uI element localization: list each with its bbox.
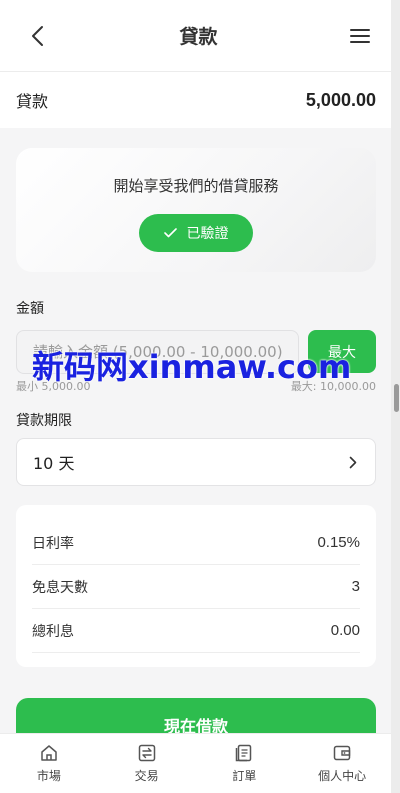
term-select[interactable]: 10 天 — [16, 438, 376, 486]
tab-label: 訂單 — [232, 769, 257, 783]
interest-info-card: 日利率 0.15% 免息天數 3 總利息 0.00 — [16, 505, 376, 667]
check-icon — [163, 228, 177, 238]
info-label: 日利率 — [32, 535, 74, 552]
loan-summary-value: 5,000.00 — [305, 89, 376, 110]
tab-profile[interactable]: 個人中心 — [302, 743, 382, 784]
amount-label: 金額 — [16, 301, 44, 317]
term-value: 10 天 — [33, 454, 75, 473]
home-icon — [41, 745, 57, 761]
wallet-icon — [333, 745, 351, 761]
info-row-total-interest: 總利息 0.00 — [32, 609, 360, 653]
tab-trade[interactable]: 交易 — [107, 743, 187, 784]
tab-market[interactable]: 市場 — [9, 743, 89, 784]
info-value: 0.15% — [317, 534, 360, 551]
scrollbar-thumb[interactable] — [394, 384, 399, 412]
orders-icon — [236, 744, 252, 762]
verify-text: 開始享受我們的借貸服務 — [113, 177, 279, 195]
term-label: 貸款期限 — [16, 413, 72, 429]
page-title: 貸款 — [179, 26, 218, 48]
info-value: 3 — [351, 578, 360, 595]
swap-icon — [138, 744, 155, 762]
menu-icon — [349, 28, 370, 43]
verified-badge[interactable]: 已驗證 — [139, 214, 253, 252]
back-button[interactable] — [22, 21, 52, 51]
tab-label: 個人中心 — [318, 769, 367, 783]
watermark-text: 新码网xinmaw.com — [32, 348, 352, 386]
info-value: 0.00 — [330, 622, 360, 639]
verify-card: 開始享受我們的借貸服務 已驗證 — [16, 148, 376, 272]
info-card-padding — [32, 653, 360, 667]
loan-summary-label: 貸款 — [16, 92, 49, 111]
tab-orders[interactable]: 訂單 — [204, 743, 284, 784]
app-root: 貸款 貸款 5,000.00 開始享受我們的借貸服務 已驗證 金額 最大 最 — [0, 0, 391, 793]
bottom-tabbar: 市場 交易 訂單 個人中心 — [0, 733, 391, 793]
loan-form: 開始享受我們的借貸服務 已驗證 金額 最大 最小 5,000.00 最大: 10… — [0, 128, 391, 752]
loan-summary: 貸款 5,000.00 — [0, 72, 391, 128]
info-label: 免息天數 — [32, 579, 88, 596]
info-label: 總利息 — [32, 623, 74, 640]
tab-label: 市場 — [36, 769, 61, 783]
info-row-free-days: 免息天數 3 — [32, 565, 360, 609]
tab-label: 交易 — [134, 769, 159, 783]
scrollbar-track[interactable] — [391, 0, 400, 793]
menu-button[interactable] — [345, 21, 375, 51]
chevron-right-icon — [349, 456, 357, 468]
top-header: 貸款 — [0, 0, 391, 72]
chevron-left-icon — [32, 25, 43, 46]
verified-badge-label: 已驗證 — [186, 226, 229, 242]
info-row-daily-rate: 日利率 0.15% — [32, 505, 360, 565]
